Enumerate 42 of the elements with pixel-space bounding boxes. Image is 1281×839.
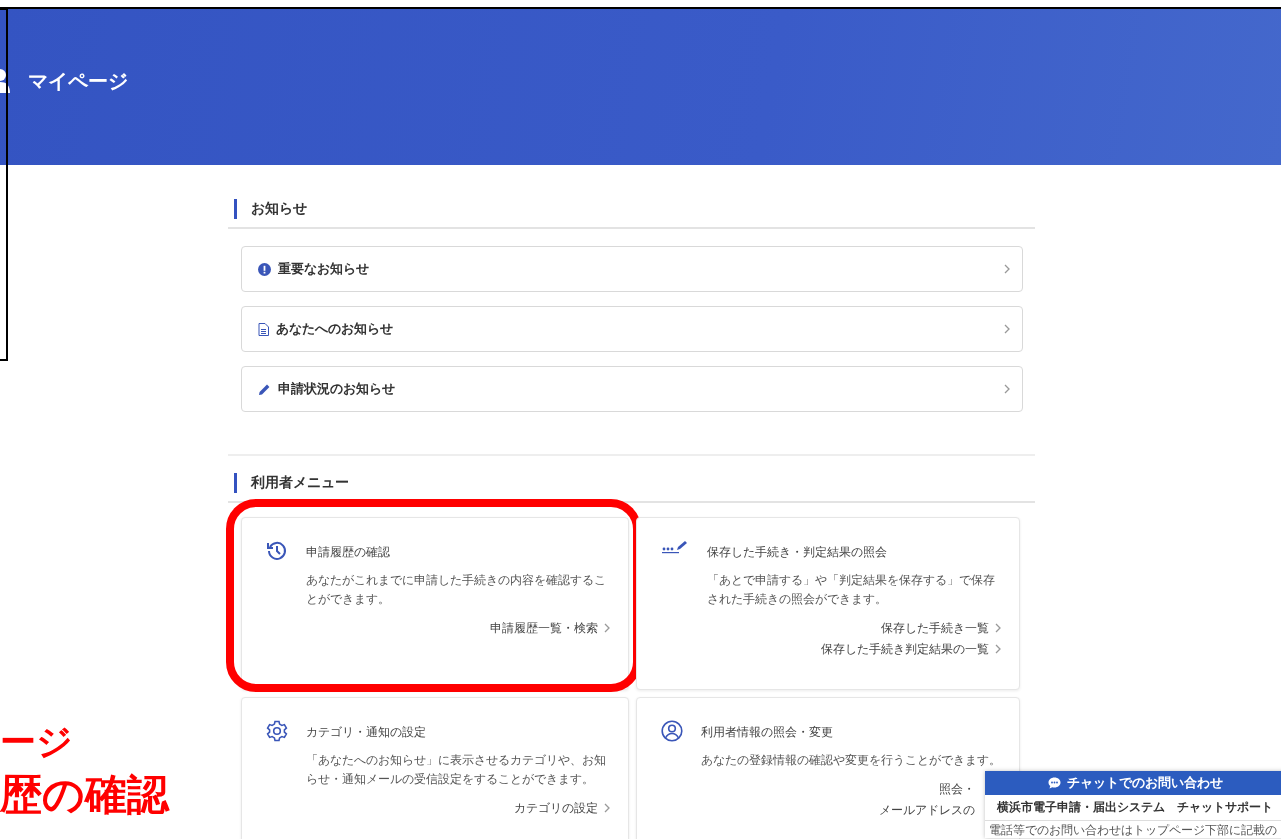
card-description: 「あなたへのお知らせ」に表示させるカテゴリや、お知らせ・通知メールの受信設定をすることができます。 xyxy=(306,752,607,788)
chat-subtitle: 横浜市電子申請・届出システム チャットサポート xyxy=(985,795,1281,821)
section-heading: 利用者メニュー xyxy=(251,473,349,492)
card-description: あなたがこれまでに申請した手続きの内容を確認することができます。 xyxy=(306,572,607,608)
card-title: 保存した手続き・判定結果の照会 xyxy=(707,544,888,561)
chevron-icon xyxy=(604,803,610,813)
gear-icon xyxy=(266,720,288,742)
card-description: あなたの登録情報の確認や変更を行うことができます。 xyxy=(701,752,1001,769)
history-icon xyxy=(266,540,288,562)
section-heading: お知らせ xyxy=(251,199,307,218)
card-link[interactable]: 保存した手続き一覧 xyxy=(881,619,1001,637)
chevron-icon xyxy=(995,644,1001,654)
chat-bubble-icon xyxy=(1047,777,1061,789)
notice-link[interactable]: あなたへのお知らせ xyxy=(241,306,1023,352)
notice-link[interactable]: 重要なお知らせ xyxy=(241,246,1023,292)
chat-title: チャットでのお問い合わせ xyxy=(1066,774,1223,793)
card-title: 申請履歴の確認 xyxy=(306,544,391,561)
card-link[interactable]: カテゴリの設定 xyxy=(514,799,610,817)
chat-note: 電話等でのお問い合わせはトップページ下部に記載の xyxy=(988,822,1278,837)
chevron-icon xyxy=(1004,264,1010,274)
dots-pencil-icon xyxy=(661,540,689,554)
card-title: 利用者情報の照会・変更 xyxy=(701,724,834,741)
notice-link[interactable]: 申請状況のお知らせ xyxy=(241,366,1023,412)
card-title: カテゴリ・通知の設定 xyxy=(306,724,427,741)
person-icon xyxy=(0,68,10,93)
card-description: 「あとで申請する」や「判定結果を保存する」で保存された手続きの照会ができます。 xyxy=(707,572,996,608)
document-icon xyxy=(258,322,269,336)
pencil-icon xyxy=(258,382,271,396)
card-link[interactable]: メールアドレスの xyxy=(879,801,975,819)
chevron-icon xyxy=(604,623,610,633)
chat-header[interactable]: チャットでのお問い合わせ xyxy=(985,771,1281,795)
card-link[interactable]: 照会・ xyxy=(939,780,975,798)
chevron-icon xyxy=(1004,384,1010,394)
info-icon xyxy=(258,262,271,276)
card-link[interactable]: 申請履歴一覧・検索 xyxy=(490,619,610,637)
chevron-icon xyxy=(1004,324,1010,334)
annotation-text: 歴の確認 xyxy=(0,772,169,819)
page-title: マイページ xyxy=(28,67,128,95)
annotation-text: ージ xyxy=(0,722,73,762)
chevron-icon xyxy=(995,623,1001,633)
card-link[interactable]: 保存した手続き判定結果の一覧 xyxy=(821,640,1001,658)
user-icon xyxy=(661,720,683,742)
